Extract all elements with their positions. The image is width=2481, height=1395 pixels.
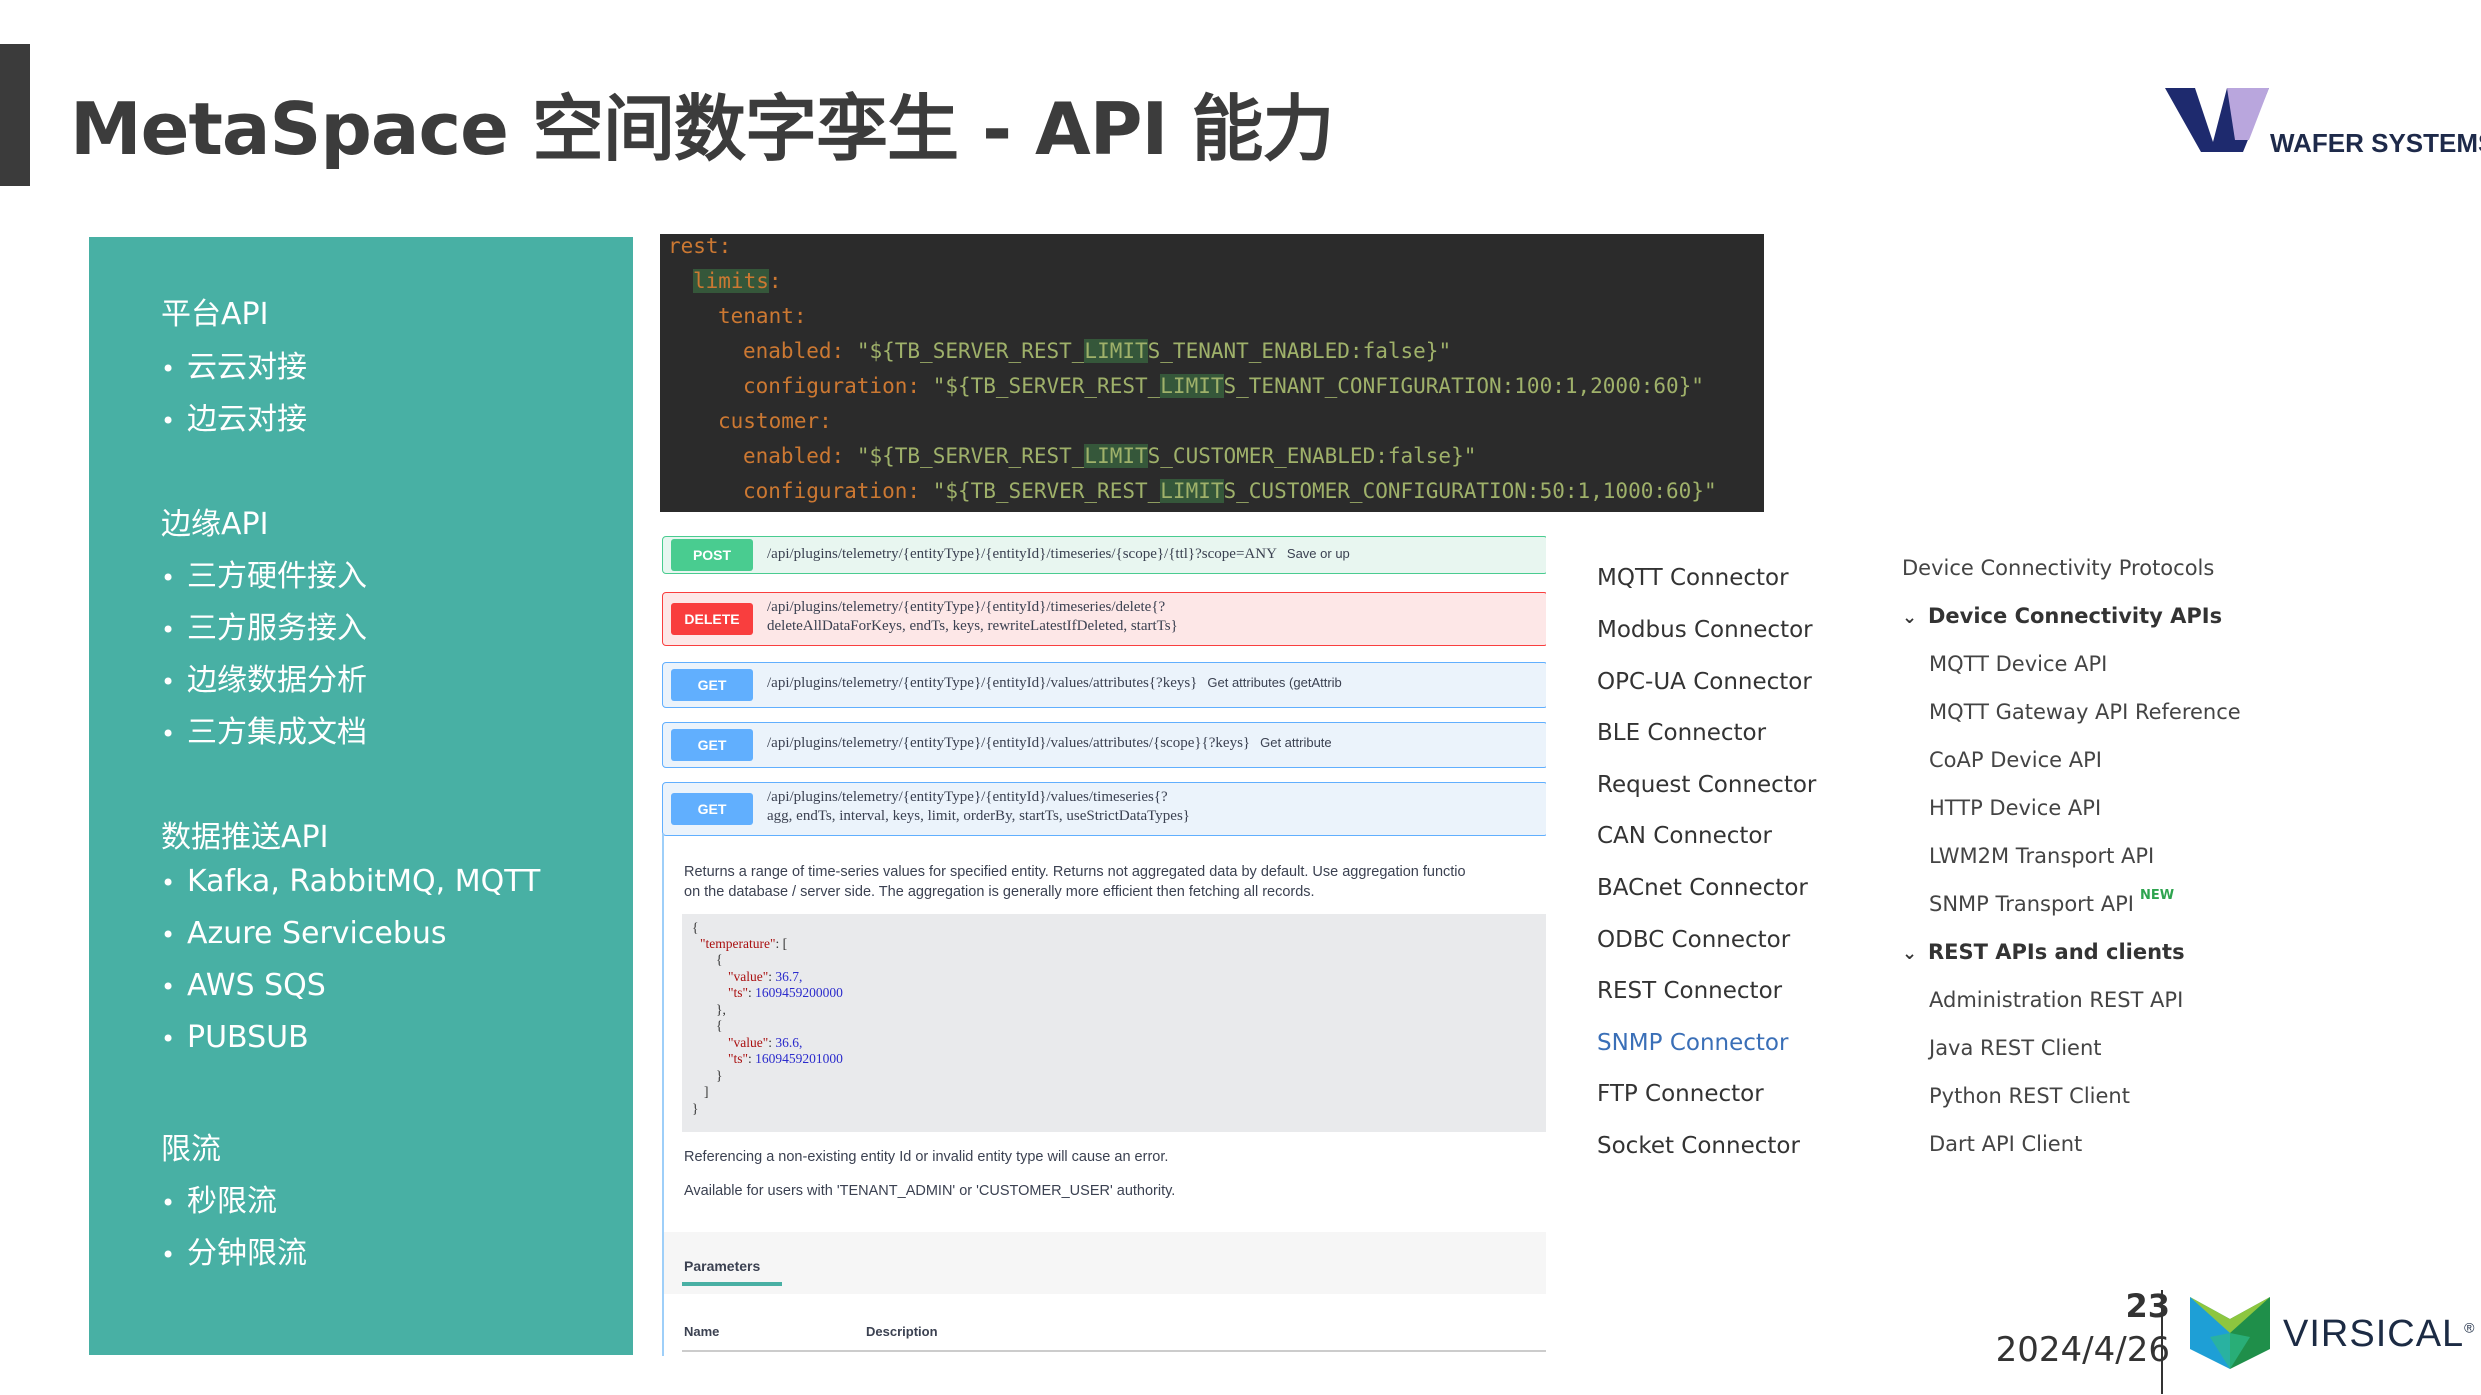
list-item: • 三方硬件接入 — [161, 559, 367, 594]
api-op-post-timeseries[interactable]: POST /api/plugins/telemetry/{entityType}… — [662, 536, 1546, 574]
table-divider — [682, 1350, 1546, 1352]
api-path: /api/plugins/telemetry/{entityType}/{ent… — [767, 675, 1198, 691]
new-badge: NEW — [2139, 888, 2175, 903]
virsical-logo-icon — [2190, 1297, 2270, 1369]
error-note: Referencing a non-existing entity Id or … — [684, 1149, 1169, 1165]
list-item: • 边缘数据分析 — [161, 663, 367, 698]
tab-parameters[interactable]: Parameters — [684, 1258, 760, 1274]
connector-ble[interactable]: BLE Connector — [1597, 720, 1766, 746]
nav-group-rest-apis[interactable]: ⌄ REST APIs and clients — [1902, 940, 2185, 964]
connector-ftp[interactable]: FTP Connector — [1597, 1081, 1764, 1107]
method-badge-get: GET — [671, 729, 753, 761]
list-item: • 三方集成文档 — [161, 715, 367, 750]
api-op-get-attributes-scope[interactable]: GET /api/plugins/telemetry/{entityType}/… — [662, 722, 1546, 768]
api-path: /api/plugins/telemetry/{entityType}/{ent… — [767, 599, 1166, 615]
nav-item-snmp-transport-api[interactable]: SNMP Transport API NEW — [1929, 888, 2174, 916]
api-path-continued: agg, endTs, interval, keys, limit, order… — [767, 808, 1190, 824]
api-summary: Get attributes (getAttrib — [1207, 675, 1342, 690]
nav-item-java-rest-client[interactable]: Java REST Client — [1929, 1036, 2102, 1060]
tab-underline — [682, 1282, 782, 1286]
column-header-name: Name — [684, 1324, 720, 1339]
chevron-down-icon: ⌄ — [1902, 943, 1918, 964]
list-item: • AWS SQS — [161, 968, 326, 1003]
method-badge-get: GET — [671, 669, 753, 701]
page-title: MetaSpace 空间数字孪生 - API 能力 — [70, 87, 1334, 171]
nav-device-connectivity-protocols[interactable]: Device Connectivity Protocols — [1902, 556, 2214, 580]
list-item: • 秒限流 — [161, 1184, 277, 1219]
op-description-continued: on the database / server side. The aggre… — [684, 884, 1315, 900]
chevron-down-icon: ⌄ — [1902, 607, 1918, 628]
list-item: • Azure Servicebus — [161, 916, 447, 951]
authority-note: Available for users with 'TENANT_ADMIN' … — [684, 1183, 1176, 1199]
api-summary: Get attribute — [1260, 735, 1332, 750]
connector-socket[interactable]: Socket Connector — [1597, 1133, 1800, 1159]
list-item: • PUBSUB — [161, 1020, 309, 1055]
nav-item-administration-rest-api[interactable]: Administration REST API — [1929, 988, 2183, 1012]
nav-item-dart-api-client[interactable]: Dart API Client — [1929, 1132, 2082, 1156]
nav-item-lwm2m-transport-api[interactable]: LWM2M Transport API — [1929, 844, 2154, 868]
connector-mqtt[interactable]: MQTT Connector — [1597, 565, 1789, 591]
list-item: • 边云对接 — [161, 402, 307, 437]
section-title-edge-api: 边缘API — [161, 507, 269, 542]
virsical-logo-text: VIRSICAL® — [2283, 1313, 2476, 1355]
method-badge-delete: DELETE — [671, 603, 753, 635]
connector-modbus[interactable]: Modbus Connector — [1597, 617, 1813, 643]
api-path-continued: deleteAllDataForKeys, endTs, keys, rewri… — [767, 618, 1178, 634]
wafer-systems-logo-text: WAFER SYSTEMS — [2270, 128, 2481, 158]
api-path: /api/plugins/telemetry/{entityType}/{ent… — [767, 789, 1168, 805]
op-description: Returns a range of time-series values fo… — [684, 864, 1466, 880]
list-item: • 云云对接 — [161, 350, 307, 385]
footer-divider — [2161, 1290, 2163, 1394]
list-item: • Kafka, RabbitMQ, MQTT — [161, 864, 541, 899]
api-path: /api/plugins/telemetry/{entityType}/{ent… — [767, 735, 1251, 751]
connector-bacnet[interactable]: BACnet Connector — [1597, 875, 1808, 901]
nav-item-mqtt-device-api[interactable]: MQTT Device API — [1929, 652, 2107, 676]
rate-limit-config-code: rest: limits: tenant: enabled: "${TB_SER… — [660, 234, 1764, 512]
nav-item-http-device-api[interactable]: HTTP Device API — [1929, 796, 2101, 820]
api-op-delete-timeseries[interactable]: DELETE /api/plugins/telemetry/{entityTyp… — [662, 592, 1546, 646]
column-header-description: Description — [866, 1324, 938, 1339]
section-title-platform-api: 平台API — [161, 297, 269, 332]
connector-rest[interactable]: REST Connector — [1597, 978, 1782, 1004]
method-badge-post: POST — [671, 539, 753, 571]
api-op-get-attributes[interactable]: GET /api/plugins/telemetry/{entityType}/… — [662, 662, 1546, 708]
connector-odbc[interactable]: ODBC Connector — [1597, 927, 1790, 953]
section-title-rate-limit: 限流 — [161, 1132, 221, 1167]
title-accent-bar — [0, 44, 30, 186]
swagger-api-panel: POST /api/plugins/telemetry/{entityType}… — [660, 536, 1546, 1356]
nav-item-coap-device-api[interactable]: CoAP Device API — [1929, 748, 2102, 772]
parameters-tab-bar — [664, 1232, 1546, 1294]
connector-request[interactable]: Request Connector — [1597, 772, 1816, 798]
list-item: • 分钟限流 — [161, 1236, 307, 1271]
connector-can[interactable]: CAN Connector — [1597, 823, 1772, 849]
section-title-data-push-api: 数据推送API — [161, 820, 329, 855]
api-op-get-timeseries[interactable]: GET /api/plugins/telemetry/{entityType}/… — [662, 782, 1546, 836]
api-summary: Save or up — [1286, 546, 1350, 561]
nav-group-device-connectivity-apis[interactable]: ⌄ Device Connectivity APIs — [1902, 604, 2222, 628]
nav-item-python-rest-client[interactable]: Python REST Client — [1929, 1084, 2130, 1108]
nav-item-mqtt-gateway-api[interactable]: MQTT Gateway API Reference — [1929, 700, 2241, 724]
method-badge-get: GET — [671, 793, 753, 825]
connector-snmp-active[interactable]: SNMP Connector — [1597, 1030, 1788, 1056]
api-path: /api/plugins/telemetry/{entityType}/{ent… — [767, 546, 1277, 562]
api-categories-panel: 平台API • 云云对接 • 边云对接 边缘API • 三方硬件接入 • 三方服务接入 … — [89, 237, 633, 1355]
footer-date: 2024/4/26 — [1995, 1330, 2170, 1370]
connector-opc-ua[interactable]: OPC-UA Connector — [1597, 669, 1812, 695]
example-response-json: { "temperature": [ { "value": 36.7, "ts"… — [682, 914, 1546, 1132]
page-number: 23 — [2125, 1287, 2170, 1325]
list-item: • 三方服务接入 — [161, 611, 367, 646]
